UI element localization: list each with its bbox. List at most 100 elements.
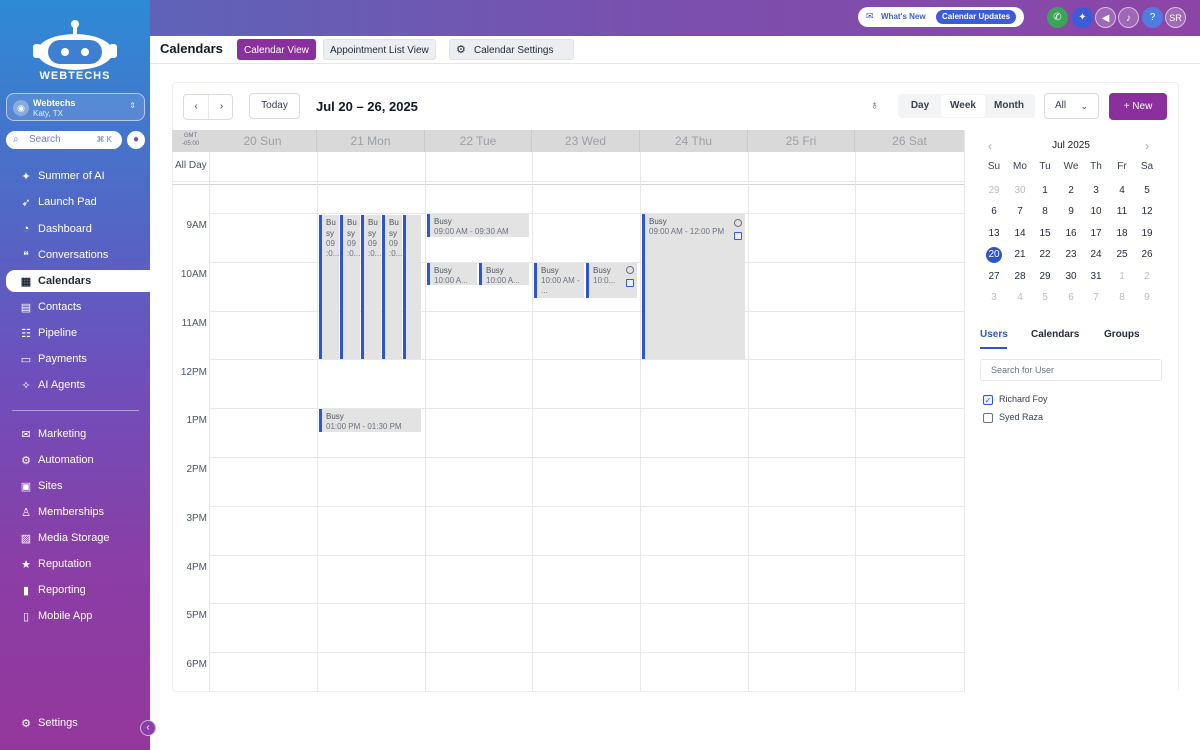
mini-calendar-day[interactable]: 2 bbox=[1060, 183, 1082, 199]
today-button[interactable]: Today bbox=[249, 93, 300, 119]
mini-calendar-day[interactable]: 6 bbox=[983, 204, 1005, 220]
event-busy[interactable]: Bu sy 09 :0... bbox=[319, 215, 339, 359]
view-month-button[interactable]: Month bbox=[987, 94, 1031, 118]
new-event-button[interactable]: + New bbox=[1109, 93, 1167, 120]
tab-groups[interactable]: Groups bbox=[1104, 329, 1140, 340]
nav-calendars[interactable]: ▦ Calendars bbox=[6, 270, 150, 292]
mini-calendar-day[interactable]: 10 bbox=[1085, 204, 1107, 220]
mini-calendar-day[interactable]: 29 bbox=[983, 183, 1005, 199]
nav-ai-agents[interactable]: ✧ AI Agents bbox=[0, 374, 150, 396]
nav-conversations[interactable]: ❝ Conversations bbox=[0, 244, 150, 266]
account-switcher[interactable]: ◉ Webtechs Katy, TX ⇕ bbox=[6, 93, 145, 121]
event-busy[interactable]: Busy 09:00 AM - 09:30 AM bbox=[427, 214, 529, 237]
mini-calendar-day[interactable]: 12 bbox=[1136, 204, 1158, 220]
day-header-wed[interactable]: 23 Wed bbox=[532, 130, 640, 152]
day-header-fri[interactable]: 25 Fri bbox=[748, 130, 855, 152]
mini-calendar-day[interactable]: 30 bbox=[1009, 183, 1031, 199]
mini-calendar-day[interactable]: 11 bbox=[1111, 204, 1133, 220]
nav-settings[interactable]: ⚙ Settings bbox=[0, 712, 150, 734]
nav-summer-of-ai[interactable]: ✦ Summer of AI bbox=[0, 165, 150, 187]
tab-users[interactable]: Users bbox=[980, 329, 1008, 340]
mini-calendar-day[interactable]: 13 bbox=[983, 226, 1005, 242]
day-header-thu[interactable]: 24 Thu bbox=[640, 130, 748, 152]
mini-calendar-day[interactable]: 30 bbox=[1060, 269, 1082, 285]
mini-calendar-day[interactable]: 24 bbox=[1085, 247, 1107, 263]
mini-calendar-day[interactable]: 8 bbox=[1111, 290, 1133, 306]
tab-calendar-view[interactable]: Calendar View bbox=[237, 39, 316, 60]
mini-calendar-day[interactable]: 4 bbox=[1009, 290, 1031, 306]
user-checkbox-richard[interactable]: ✓ bbox=[983, 395, 993, 405]
mini-calendar-day[interactable]: 22 bbox=[1034, 247, 1056, 263]
mini-calendar-day[interactable]: 6 bbox=[1060, 290, 1082, 306]
mini-calendar-day[interactable]: 26 bbox=[1136, 247, 1158, 263]
nav-launch-pad[interactable]: ➶ Launch Pad bbox=[0, 191, 150, 213]
mini-calendar-day[interactable]: 8 bbox=[1034, 204, 1056, 220]
mini-calendar-day[interactable]: 2 bbox=[1136, 269, 1158, 285]
mini-calendar-day[interactable]: 25 bbox=[1111, 247, 1133, 263]
mini-calendar-day[interactable]: 17 bbox=[1085, 226, 1107, 242]
mini-calendar-day[interactable]: 4 bbox=[1111, 183, 1133, 199]
mini-calendar-day[interactable]: 20 bbox=[986, 247, 1002, 263]
nav-reputation[interactable]: ★ Reputation bbox=[0, 553, 150, 575]
mini-calendar-day[interactable]: 18 bbox=[1111, 226, 1133, 242]
mini-calendar-day[interactable]: 15 bbox=[1034, 226, 1056, 242]
prev-week-button[interactable]: ‹ bbox=[184, 95, 209, 119]
tab-calendars[interactable]: Calendars bbox=[1031, 329, 1079, 340]
mini-calendar-day[interactable]: 5 bbox=[1136, 183, 1158, 199]
tab-calendar-settings[interactable]: ⚙ Calendar Settings bbox=[449, 39, 574, 60]
day-header-sun[interactable]: 20 Sun bbox=[209, 130, 317, 152]
mini-calendar-day[interactable]: 1 bbox=[1111, 269, 1133, 285]
event-busy[interactable]: Busy 10:00 A... bbox=[479, 263, 529, 285]
nav-media-storage[interactable]: ▨ Media Storage bbox=[0, 527, 150, 549]
next-week-button[interactable]: › bbox=[209, 95, 234, 119]
nav-memberships[interactable]: ♙ Memberships bbox=[0, 501, 150, 523]
next-month-button[interactable]: › bbox=[1145, 139, 1149, 153]
event-busy[interactable]: Busy 01:00 PM - 01:30 PM bbox=[319, 409, 421, 432]
view-week-button[interactable]: Week bbox=[941, 95, 985, 117]
event-busy[interactable]: Busy 10:00 A... bbox=[427, 263, 477, 285]
whats-new-button[interactable]: ✉ What's New Calendar Updates bbox=[858, 7, 1024, 27]
user-checkbox-syed[interactable] bbox=[983, 413, 993, 423]
tab-appointment-list-view[interactable]: Appointment List View bbox=[323, 39, 436, 60]
mini-calendar-day[interactable]: 5 bbox=[1034, 290, 1056, 306]
nav-dashboard[interactable]: ◔ Dashboard bbox=[0, 218, 150, 240]
nav-payments[interactable]: ▭ Payments bbox=[0, 348, 150, 370]
mini-calendar-day[interactable]: 31 bbox=[1085, 269, 1107, 285]
mini-calendar-day[interactable]: 3 bbox=[1085, 183, 1107, 199]
phone-button[interactable]: ✆ bbox=[1047, 7, 1068, 28]
mini-calendar-day[interactable]: 7 bbox=[1085, 290, 1107, 306]
user-search-input[interactable]: Search for User bbox=[980, 359, 1162, 381]
view-day-button[interactable]: Day bbox=[901, 94, 939, 118]
event-busy[interactable]: Busy 09:00 AM - 12:00 PM bbox=[642, 214, 745, 359]
event-busy[interactable]: Bu sy 09 :0... bbox=[382, 215, 402, 359]
search-input[interactable]: ⌕ Search ⌘ K bbox=[6, 131, 122, 149]
mini-calendar-day[interactable]: 27 bbox=[983, 269, 1005, 285]
mini-calendar-day[interactable]: 1 bbox=[1034, 183, 1056, 199]
event-busy[interactable]: Bu sy 09 :0... bbox=[361, 215, 381, 359]
notifications-button[interactable]: ♪ bbox=[1118, 7, 1139, 28]
mini-calendar-day[interactable]: 3 bbox=[983, 290, 1005, 306]
lightbulb-icon[interactable]: ♁ bbox=[870, 98, 879, 112]
mini-calendar-day[interactable]: 14 bbox=[1009, 226, 1031, 242]
prev-month-button[interactable]: ‹ bbox=[988, 139, 992, 153]
brand-logo[interactable]: WEBTECHS bbox=[30, 18, 120, 86]
mini-calendar-day[interactable]: 28 bbox=[1009, 269, 1031, 285]
day-header-sat[interactable]: 26 Sat bbox=[855, 130, 964, 152]
event-busy-overflow[interactable] bbox=[403, 215, 421, 359]
mini-calendar-day[interactable]: 9 bbox=[1136, 290, 1158, 306]
mini-calendar-day[interactable]: 21 bbox=[1009, 247, 1031, 263]
day-header-tue[interactable]: 22 Tue bbox=[425, 130, 532, 152]
nav-pipeline[interactable]: ☷ Pipeline bbox=[0, 322, 150, 344]
day-header-mon[interactable]: 21 Mon bbox=[317, 130, 425, 152]
user-menu-button[interactable]: SR bbox=[1165, 7, 1186, 28]
event-busy[interactable]: Busy 10:00 AM - ... bbox=[534, 263, 584, 298]
nav-reporting[interactable]: ▮ Reporting bbox=[0, 579, 150, 601]
mini-calendar-day[interactable]: 29 bbox=[1034, 269, 1056, 285]
event-busy[interactable]: Busy 10:0... bbox=[586, 263, 637, 298]
nav-sites[interactable]: ▣ Sites bbox=[0, 475, 150, 497]
nav-marketing[interactable]: ✉ Marketing bbox=[0, 423, 150, 445]
event-busy[interactable]: Bu sy 09 :0... bbox=[340, 215, 360, 359]
announcements-button[interactable]: ◀ bbox=[1095, 7, 1116, 28]
nav-contacts[interactable]: ▤ Contacts bbox=[0, 296, 150, 318]
nav-automation[interactable]: ⚙ Automation bbox=[0, 449, 150, 471]
